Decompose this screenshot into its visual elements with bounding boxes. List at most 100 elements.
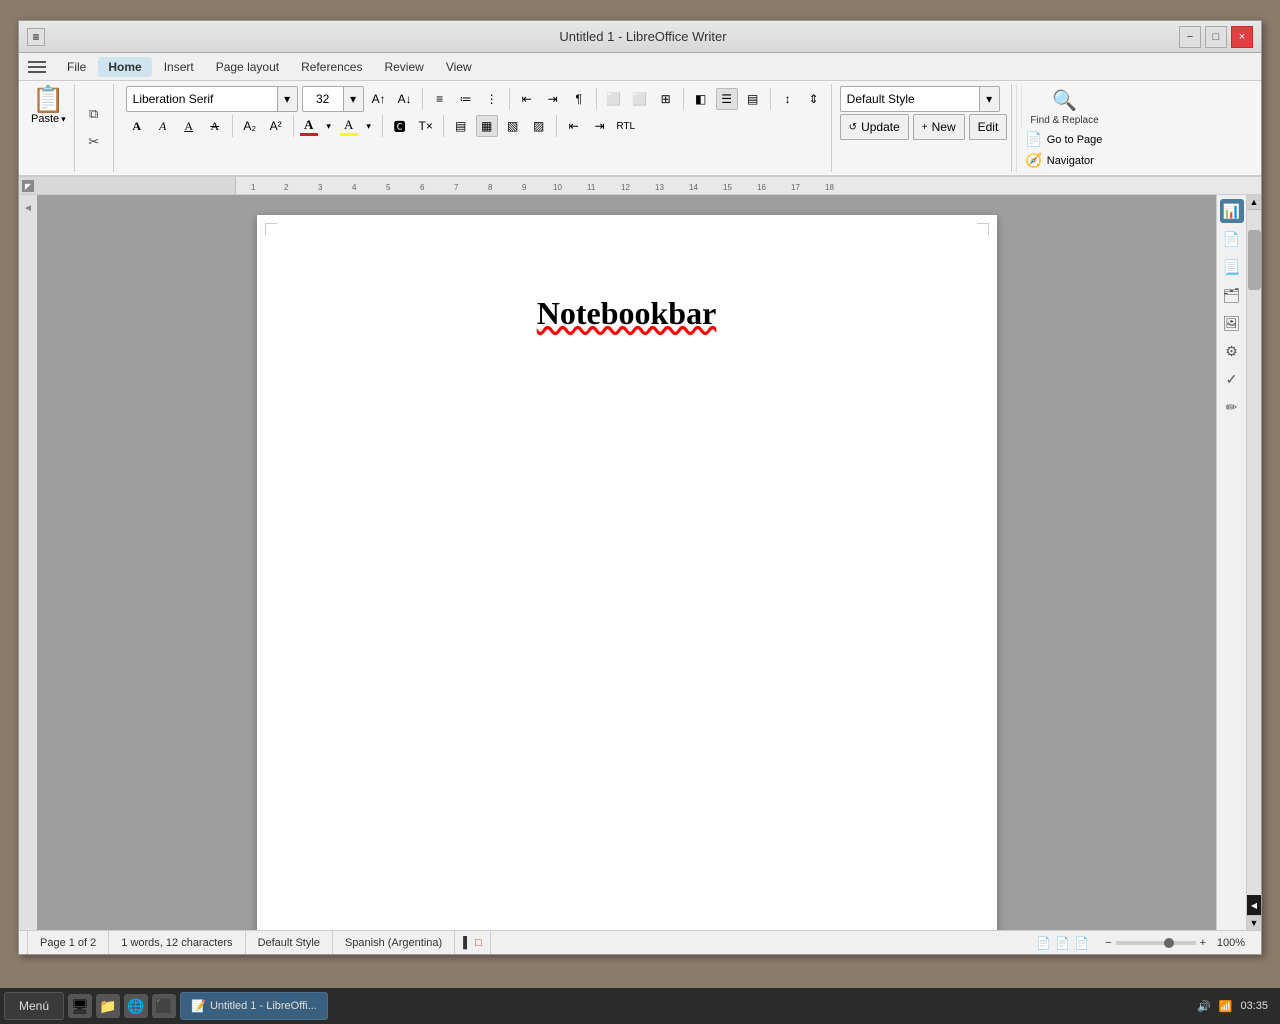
ruler-mark-9: 9 — [522, 183, 526, 192]
subscript-button[interactable]: A₂ — [239, 115, 261, 137]
menubar: File Home Insert Page layout References … — [19, 53, 1261, 81]
sidebar-template-icon[interactable]: 🗂 — [1220, 283, 1244, 307]
menu-references[interactable]: References — [291, 57, 372, 77]
bullet-list-button[interactable]: ≡ — [429, 88, 451, 110]
font-selector[interactable]: Liberation Serif ▾ — [126, 86, 298, 112]
font-dropdown-btn[interactable]: ▾ — [277, 87, 297, 111]
align-right2-button[interactable]: ▧ — [502, 115, 524, 137]
highlight-button[interactable]: A — [340, 117, 358, 136]
taskbar-show-desktop[interactable]: 🖥 — [68, 994, 92, 1018]
sidebar-check-icon[interactable]: ✓ — [1220, 367, 1244, 391]
taskbar-libreoffice[interactable]: 📝 Untitled 1 - LibreOffi... — [180, 992, 328, 1020]
align-center-button[interactable]: ☰ — [716, 88, 738, 110]
maximize-button[interactable]: □ — [1205, 26, 1227, 48]
font-color-button[interactable]: A — [300, 117, 318, 136]
align-fill-button[interactable]: ▨ — [528, 115, 550, 137]
clear-format-button[interactable]: 🅲 — [389, 115, 411, 137]
insert-box-button[interactable]: ⬜ — [603, 88, 625, 110]
start-button[interactable]: Menú — [4, 992, 64, 1020]
style-selector[interactable]: Default Style ▾ — [840, 86, 1000, 112]
scrollbar-track[interactable] — [1247, 210, 1262, 895]
scrollbar-thumb[interactable] — [1248, 230, 1261, 290]
cut-button[interactable]: ✂ — [81, 129, 107, 155]
navigator-button[interactable]: 🧭 Navigator — [1021, 151, 1106, 170]
refresh-icon: ↺ — [849, 122, 857, 133]
line-spacing-button[interactable]: ↕ — [777, 88, 799, 110]
highlight-dropdown[interactable]: ▾ — [362, 115, 376, 137]
taskbar-browser[interactable]: 🌐 — [124, 994, 148, 1018]
increase-font-button[interactable]: A↑ — [368, 88, 390, 110]
ruler-corner[interactable]: ◤ — [22, 180, 34, 192]
read-view-icon[interactable]: 📄 — [1074, 936, 1089, 950]
insert-box2-button[interactable]: ⬜ — [629, 88, 651, 110]
decrease-font-button[interactable]: A↓ — [394, 88, 416, 110]
para-spacing-button[interactable]: ⇕ — [803, 88, 825, 110]
menu-home[interactable]: Home — [98, 57, 151, 77]
size-dropdown-btn[interactable]: ▾ — [343, 87, 363, 111]
document-title[interactable]: Notebookbar — [317, 295, 937, 332]
underline-button[interactable]: A — [178, 115, 200, 137]
number-list-button[interactable]: ≔ — [455, 88, 477, 110]
sidebar-collapse-button[interactable]: ◀ — [1247, 895, 1262, 915]
network-icon[interactable]: 📶 — [1219, 1000, 1233, 1013]
sidebar-chart-icon[interactable]: 📊 — [1220, 199, 1244, 223]
size-selector[interactable]: 32 ▾ — [302, 86, 364, 112]
zoom-slider[interactable] — [1116, 941, 1196, 945]
insert-table-button[interactable]: ⊞ — [655, 88, 677, 110]
sidebar-image-icon[interactable]: 🖼 — [1220, 311, 1244, 335]
sidebar-page-icon[interactable]: 📄 — [1220, 227, 1244, 251]
rtl-button[interactable]: RTL — [615, 115, 637, 137]
close-button[interactable]: × — [1231, 26, 1253, 48]
superscript-button[interactable]: A² — [265, 115, 287, 137]
align-center2-button[interactable]: ▦ — [476, 115, 498, 137]
sound-icon[interactable]: 🔊 — [1197, 1000, 1211, 1013]
sidebar-gear-icon[interactable]: ⚙ — [1220, 339, 1244, 363]
align-justify-button[interactable]: ▤ — [450, 115, 472, 137]
strike-button[interactable]: A — [204, 115, 226, 137]
scroll-up-button[interactable]: ▲ — [1247, 195, 1262, 210]
sidebar-page-alt-icon[interactable]: 📃 — [1220, 255, 1244, 279]
new-style-button[interactable]: + New — [913, 114, 965, 140]
indent-less-button[interactable]: ⇤ — [516, 88, 538, 110]
menu-view[interactable]: View — [436, 57, 482, 77]
paste-section[interactable]: 📋 Paste ▾ — [23, 84, 75, 172]
menu-file[interactable]: File — [57, 57, 96, 77]
pilcrow-button[interactable]: ¶ — [568, 88, 590, 110]
hamburger-menu[interactable] — [23, 53, 51, 81]
sidebar-draw-icon[interactable]: ✏ — [1220, 395, 1244, 419]
style-dropdown-btn[interactable]: ▾ — [979, 87, 999, 111]
indent-remove-button[interactable]: ⇤ — [563, 115, 585, 137]
zoom-out-button[interactable]: − — [1105, 937, 1111, 949]
font-color-dropdown[interactable]: ▾ — [322, 115, 336, 137]
indent-add-button[interactable]: ⇥ — [589, 115, 611, 137]
scroll-down-button[interactable]: ▼ — [1247, 915, 1262, 930]
ruler-mark-6: 6 — [420, 183, 424, 192]
outline-list-button[interactable]: ⋮ — [481, 88, 503, 110]
find-replace-button[interactable]: 🔍 Find & Replace — [1021, 86, 1106, 128]
copy-button[interactable]: ⧉ — [81, 101, 107, 127]
plus-icon: + — [922, 122, 928, 133]
edit-style-button[interactable]: Edit — [969, 114, 1008, 140]
italic-button[interactable]: A — [152, 115, 174, 137]
menu-review[interactable]: Review — [374, 57, 433, 77]
go-to-page-button[interactable]: 📄 Go to Page — [1021, 130, 1106, 149]
bold-button[interactable]: A — [126, 115, 148, 137]
scrollbar[interactable]: ▲ ◀ ▼ — [1246, 195, 1261, 930]
eraser-button[interactable]: T× — [415, 115, 437, 137]
update-style-button[interactable]: ↺ Update — [840, 114, 909, 140]
align-right-button[interactable]: ▤ — [742, 88, 764, 110]
align-left-button[interactable]: ◧ — [690, 88, 712, 110]
page[interactable]: Notebookbar — [257, 215, 997, 930]
indent-more-button[interactable]: ⇥ — [542, 88, 564, 110]
zoom-level: 100% — [1210, 937, 1245, 949]
zoom-handle[interactable] — [1164, 938, 1174, 948]
web-view-icon[interactable]: 📄 — [1055, 936, 1070, 950]
menu-page-layout[interactable]: Page layout — [206, 57, 289, 77]
document-area[interactable]: Notebookbar — [37, 195, 1216, 930]
minimize-button[interactable]: − — [1179, 26, 1201, 48]
doc-view-icon[interactable]: 📄 — [1036, 936, 1051, 950]
zoom-in-button[interactable]: + — [1200, 937, 1206, 949]
taskbar-files[interactable]: 📁 — [96, 994, 120, 1018]
menu-insert[interactable]: Insert — [154, 57, 204, 77]
taskbar-terminal[interactable]: ⬛ — [152, 994, 176, 1018]
